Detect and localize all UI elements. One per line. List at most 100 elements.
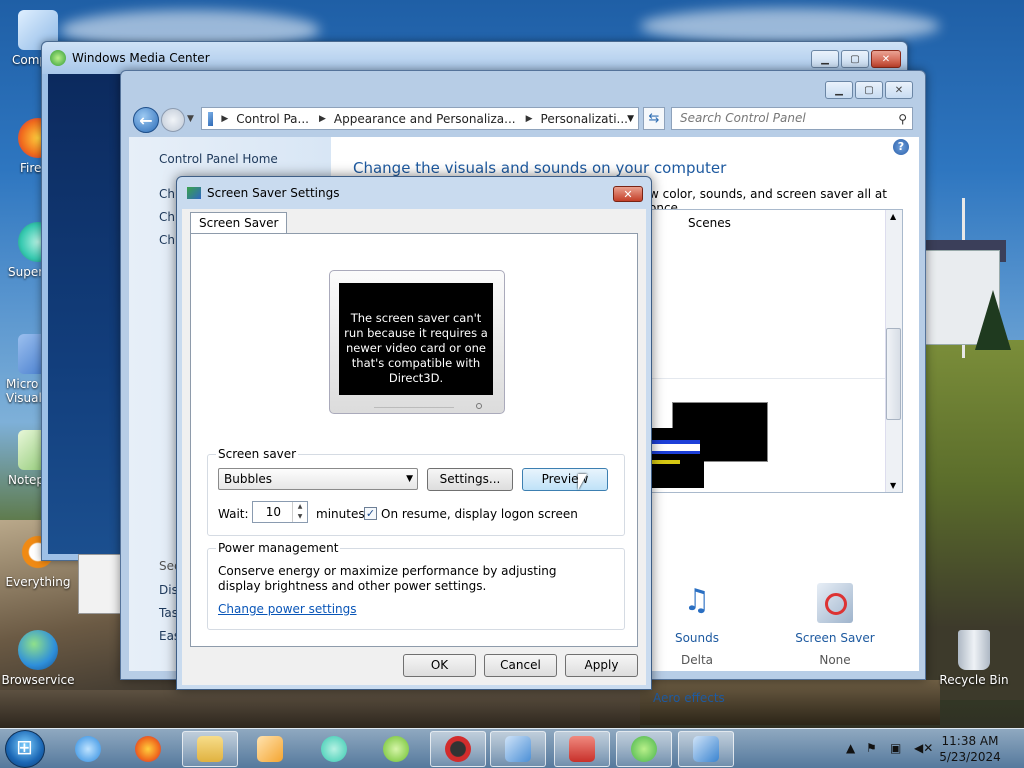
see-also-link[interactable]: Dis [159,583,178,597]
apply-button[interactable]: Apply [565,654,638,677]
maximize-button[interactable]: ▢ [855,81,883,99]
media-player-icon [257,736,283,762]
media-center-panel [78,554,124,614]
sidebar-link[interactable]: Ch [159,210,175,224]
back-button[interactable]: ← [133,107,159,133]
desktop-icon-browservice[interactable]: Browservice [0,630,76,687]
refresh-button[interactable]: ⇆ [643,107,665,130]
monitor-led [476,403,482,409]
history-dropdown[interactable]: ▼ [187,114,194,124]
cancel-button[interactable]: Cancel [484,654,557,677]
dialog-titlebar[interactable]: Screen Saver Settings [177,177,651,209]
search-input[interactable]: Search Control Panel ⚲ [671,107,913,130]
breadcrumb-control-panel[interactable]: Control Pa... [236,112,309,126]
monitor-base [374,407,454,413]
tab-panel: The screen saver can't run because it re… [190,233,638,647]
control-panel-icon [505,736,531,762]
clock-date: 5/23/2024 [939,750,1001,764]
taskbar-item-green-app[interactable] [368,731,424,767]
themes-list[interactable]: Scenes ▲ ▼ [649,209,903,493]
theme-preview-bar [650,440,700,454]
recycle-bin-icon [958,630,990,670]
breadcrumb-appearance[interactable]: Appearance and Personaliza... [334,112,516,126]
address-bar-row: ← ▼ ▶ Control Pa... ▶ Appearance and Per… [131,105,916,133]
taskbar-item-media-player[interactable] [242,731,298,767]
taskbar-item-internet-explorer[interactable] [60,731,116,767]
taskbar-item-supernova[interactable] [306,731,362,767]
preview-button[interactable]: Preview [522,468,608,491]
scrollbar-thumb[interactable] [886,328,901,420]
aero-effects-link[interactable]: Aero effects [653,691,725,705]
address-bar[interactable]: ▶ Control Pa... ▶ Appearance and Persona… [201,107,639,130]
scroll-down-icon[interactable]: ▼ [890,481,896,490]
chevron-down-icon: ▼ [406,474,413,484]
taskbar-item-firefox[interactable] [120,731,176,767]
desktop-icon-label: Everything [5,575,71,589]
screen-saver-icon [817,583,853,623]
taskbar-item-file-explorer[interactable] [182,731,238,767]
green-app-icon [383,736,409,762]
group-label: Power management [216,541,341,555]
forward-button[interactable] [161,108,185,132]
settings-button[interactable]: Settings... [427,468,513,491]
minimize-button[interactable]: ▁ [811,50,839,68]
sounds-tile[interactable]: ♫ Sounds Delta [647,583,747,667]
sidebar-link[interactable]: Ch [159,187,175,201]
screen-saver-select[interactable]: Bubbles ▼ [218,468,418,490]
action-center-flag-icon[interactable]: ⚑ [866,741,877,755]
desktop-icon-recycle-bin[interactable]: Recycle Bin [936,630,1012,687]
theme-preview[interactable] [650,428,704,488]
close-button[interactable]: ✕ [885,81,913,99]
theme-preview-bar [650,460,680,464]
maximize-button[interactable]: ▢ [841,50,869,68]
taskbar-item-control-panel[interactable] [490,731,546,767]
ok-button[interactable]: OK [403,654,476,677]
media-center-icon [631,736,657,762]
minutes-label: minutes [316,507,365,521]
monitor-preview: The screen saver can't run because it re… [329,270,505,414]
supernova-icon [321,736,347,762]
taskbar-item-bird-app[interactable] [430,731,486,767]
help-icon[interactable]: ? [893,139,909,155]
wait-minutes-spinner[interactable]: 10 ▲ ▼ [252,501,308,523]
close-button[interactable]: ✕ [871,50,901,68]
close-button[interactable]: ✕ [613,186,643,202]
folder-icon [197,736,223,762]
wait-label: Wait: [218,507,249,521]
clock-time: 11:38 AM [941,734,999,748]
internet-explorer-icon [75,736,101,762]
taskbar-item-screen-saver-settings[interactable] [678,731,734,767]
clock[interactable]: 11:38 AM 5/23/2024 [930,733,1010,765]
show-hidden-icons-icon[interactable]: ▲ [846,741,855,755]
scroll-up-icon[interactable]: ▲ [890,212,896,221]
breadcrumb-separator-icon: ▶ [525,113,533,124]
tile-title[interactable]: Screen Saver [785,631,885,645]
control-panel-home-link[interactable]: Control Panel Home [159,152,278,166]
minimize-button[interactable]: ▁ [825,81,853,99]
tile-title[interactable]: Sounds [647,631,747,645]
taskbar-item-media-center[interactable] [616,731,672,767]
screen-saver-dialog[interactable]: Screen Saver Settings ✕ Screen Saver The… [176,176,652,690]
sidebar-link[interactable]: Ch [159,233,175,247]
start-button[interactable] [5,730,45,768]
monitor-icon [693,736,719,762]
page-title: Change the visuals and sounds on your co… [353,159,727,177]
desktop-rocks [0,690,640,730]
media-center-icon [50,50,66,66]
themes-group-label: Scenes [688,216,731,230]
mouse-cursor-icon [578,474,587,490]
resume-label[interactable]: On resume, display logon screen [381,507,578,521]
vertical-scrollbar[interactable]: ▲ ▼ [885,210,902,492]
resume-checkbox[interactable]: ✓ [364,507,377,520]
tab-screen-saver[interactable]: Screen Saver [190,212,288,234]
screen-saver-tile[interactable]: Screen Saver None [785,583,885,667]
search-icon: ⚲ [898,112,907,126]
network-icon[interactable]: ▣ [890,741,901,755]
change-power-settings-link[interactable]: Change power settings [218,602,357,616]
spinner-arrows-icon[interactable]: ▲ ▼ [292,502,307,522]
address-dropdown-icon[interactable]: ▼ [627,114,634,124]
breadcrumb-personalization[interactable]: Personalizati... [541,112,628,126]
taskbar-item-toolbox[interactable] [554,731,610,767]
tile-value: None [819,653,851,667]
dialog-body: Screen Saver The screen saver can't run … [182,209,646,685]
